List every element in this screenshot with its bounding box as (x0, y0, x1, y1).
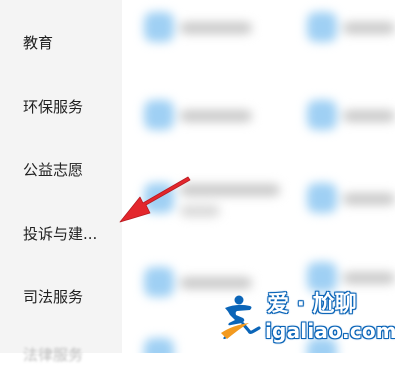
category-sidebar: 教育 环保服务 公益志愿 投诉与建... 司法服务 法律服务 (0, 0, 122, 364)
service-icon[interactable] (144, 338, 174, 353)
sidebar-item-legal-services[interactable]: 法律服务 (23, 345, 83, 365)
service-icon[interactable] (307, 100, 337, 130)
service-icon[interactable] (307, 262, 337, 292)
service-label-blurred (180, 110, 252, 122)
igaliao-logo-icon (221, 295, 261, 339)
watermark-domain: igaliao.com (265, 319, 395, 343)
service-icon[interactable] (307, 183, 337, 213)
service-icon[interactable] (144, 100, 174, 130)
igaliao-watermark: 爱 · 尬聊 igaliao.com (219, 291, 395, 345)
red-arrow-icon (119, 176, 191, 223)
service-icon[interactable] (144, 267, 174, 297)
service-label-blurred (343, 110, 395, 122)
service-icon[interactable] (307, 12, 337, 42)
sidebar-item-judicial-services[interactable]: 司法服务 (23, 287, 83, 307)
service-label-blurred (343, 22, 395, 34)
watermark-brand: 爱 · 尬聊 (267, 292, 357, 317)
sidebar-item-complaints-suggestions[interactable]: 投诉与建... (23, 224, 97, 244)
service-label-blurred (180, 277, 252, 289)
sidebar-item-volunteer[interactable]: 公益志愿 (23, 160, 83, 180)
service-label-blurred (180, 22, 252, 34)
service-label-blurred (343, 272, 395, 284)
service-icon[interactable] (144, 12, 174, 42)
sidebar-item-education[interactable]: 教育 (23, 33, 53, 53)
service-label-blurred (343, 193, 395, 205)
sidebar-item-environmental-services[interactable]: 环保服务 (23, 97, 83, 117)
